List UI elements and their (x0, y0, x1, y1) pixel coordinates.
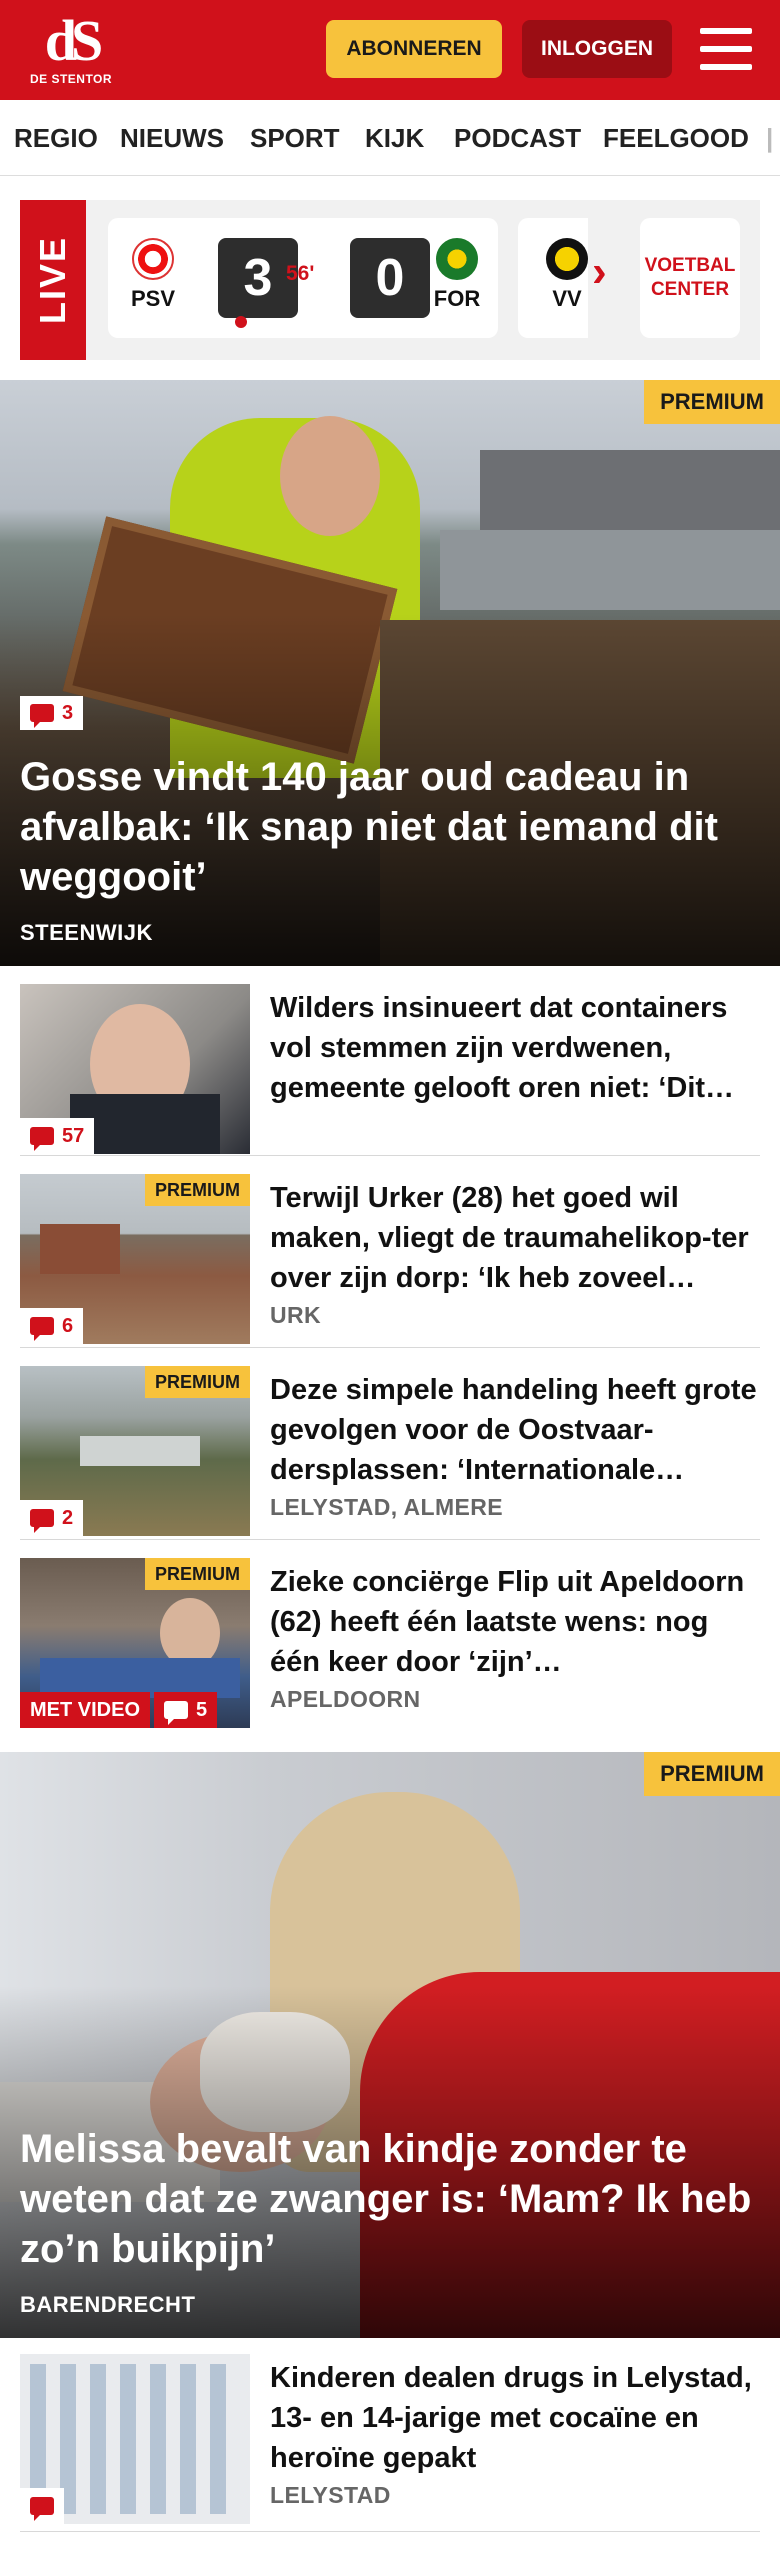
video-badge: MET VIDEO (20, 1692, 151, 1728)
voetbal-center-button[interactable]: VOETBAL CENTER (640, 218, 740, 338)
de-stentor-logo[interactable]: dS DE STENTOR (28, 12, 114, 88)
hero-article-gosse[interactable]: PREMIUM 3 Gosse vindt 140 jaar oud cadea… (0, 380, 780, 966)
comment-count[interactable]: 57 (20, 1118, 95, 1154)
next-team: VV (532, 238, 588, 312)
list-item[interactable]: 57 Wilders insinueert dat containers vol… (20, 974, 760, 1156)
list-item[interactable]: PREMIUM 6 Terwijl Urker (28) het goed wi… (20, 1156, 760, 1348)
live-scores-strip: LIVE PSV 3 56' 0 FOR VV › VOETBAL CENTER (20, 200, 760, 360)
premium-badge: PREMIUM (644, 1752, 780, 1796)
comment-icon-badge[interactable] (20, 2488, 64, 2524)
article-thumbnail: 57 (20, 984, 250, 1154)
article-thumbnail: PREMIUM 2 (20, 1366, 250, 1536)
article-location: LELYSTAD (270, 2482, 391, 2508)
away-team: FOR (422, 238, 492, 312)
live-match-card[interactable]: PSV 3 56' 0 FOR (108, 218, 498, 338)
premium-badge: PREMIUM (644, 380, 780, 424)
nav-item-sport[interactable]: SPORT (250, 100, 340, 175)
hero-location: BARENDRECHT (20, 2292, 196, 2317)
list-item[interactable]: Kinderen dealen drugs in Lelystad, 13- e… (20, 2340, 760, 2532)
live-match-card-next[interactable]: VV (518, 218, 588, 338)
article-location: URK (270, 1302, 322, 1328)
fortuna-crest-icon (436, 238, 478, 280)
hero-title[interactable]: Melissa bevalt van kindje zonder te wete… (20, 2124, 760, 2274)
nav-item-nieuws[interactable]: NIEUWS (120, 100, 224, 175)
article-location: LELYSTAD, ALMERE (270, 1494, 504, 1520)
away-score: 0 (350, 238, 430, 318)
psv-crest-icon (132, 238, 174, 280)
login-button[interactable]: INLOGGEN (522, 20, 672, 78)
comment-icon (30, 1317, 54, 1341)
nav-item-podcast[interactable]: PODCAST (454, 100, 581, 175)
comment-icon (30, 1127, 54, 1151)
nav-item-kijk[interactable]: KIJK (365, 100, 424, 175)
article-title[interactable]: Kinderen dealen drugs in Lelystad, 13- e… (270, 2358, 760, 2478)
premium-badge: PREMIUM (145, 1174, 250, 1206)
article-thumbnail: PREMIUM MET VIDEO 5 (20, 1558, 250, 1728)
top-bar: dS DE STENTOR ABONNEREN INLOGGEN (0, 0, 780, 100)
article-thumbnail: PREMIUM 6 (20, 1174, 250, 1344)
match-minute: 56' (286, 262, 315, 285)
hero-title[interactable]: Gosse vindt 140 jaar oud cadeau in afval… (20, 752, 760, 902)
nav-item-feelgood[interactable]: FEELGOOD (603, 100, 749, 175)
article-title[interactable]: Deze simpele handeling heeft grote gevol… (270, 1370, 760, 1490)
logo-mark: dS (44, 8, 104, 73)
comment-icon (30, 1509, 54, 1533)
home-team: PSV (118, 238, 188, 312)
vvv-crest-icon (546, 238, 588, 280)
comment-count[interactable]: 3 (20, 696, 84, 730)
article-location: APELDOORN (270, 1686, 421, 1712)
live-label: LIVE (20, 200, 86, 360)
menu-icon[interactable] (700, 26, 752, 72)
hero-location: STEENWIJK (20, 920, 153, 945)
comment-count[interactable]: 5 (154, 1692, 218, 1728)
list-item[interactable]: PREMIUM MET VIDEO 5 Zieke conciërge Flip… (20, 1540, 760, 1732)
section-nav: REGIO NIEUWS SPORT KIJK PODCAST FEELGOOD… (0, 100, 780, 176)
comment-count[interactable]: 2 (20, 1500, 84, 1536)
article-title[interactable]: Zieke conciërge Flip uit Apeldoorn (62) … (270, 1562, 760, 1682)
comment-icon (30, 704, 54, 728)
nav-item-overflow[interactable]: | (766, 100, 773, 175)
comment-icon (30, 2497, 54, 2521)
premium-badge: PREMIUM (145, 1558, 250, 1590)
article-thumbnail (20, 2354, 250, 2524)
live-indicator-dot (235, 316, 247, 328)
comment-icon (164, 1701, 188, 1725)
article-title[interactable]: Wilders insinueert dat containers vol st… (270, 988, 760, 1108)
article-title[interactable]: Terwijl Urker (28) het goed wil maken, v… (270, 1178, 760, 1298)
comment-count[interactable]: 6 (20, 1308, 84, 1344)
premium-badge: PREMIUM (145, 1366, 250, 1398)
list-item[interactable]: PREMIUM 2 Deze simpele handeling heeft g… (20, 1348, 760, 1540)
chevron-right-icon[interactable]: › (592, 250, 622, 294)
subscribe-button[interactable]: ABONNEREN (326, 20, 502, 78)
hero-article-melissa[interactable]: PREMIUM Melissa bevalt van kindje zonder… (0, 1752, 780, 2338)
nav-item-regio[interactable]: REGIO (14, 100, 98, 175)
logo-text: DE STENTOR (29, 72, 113, 86)
